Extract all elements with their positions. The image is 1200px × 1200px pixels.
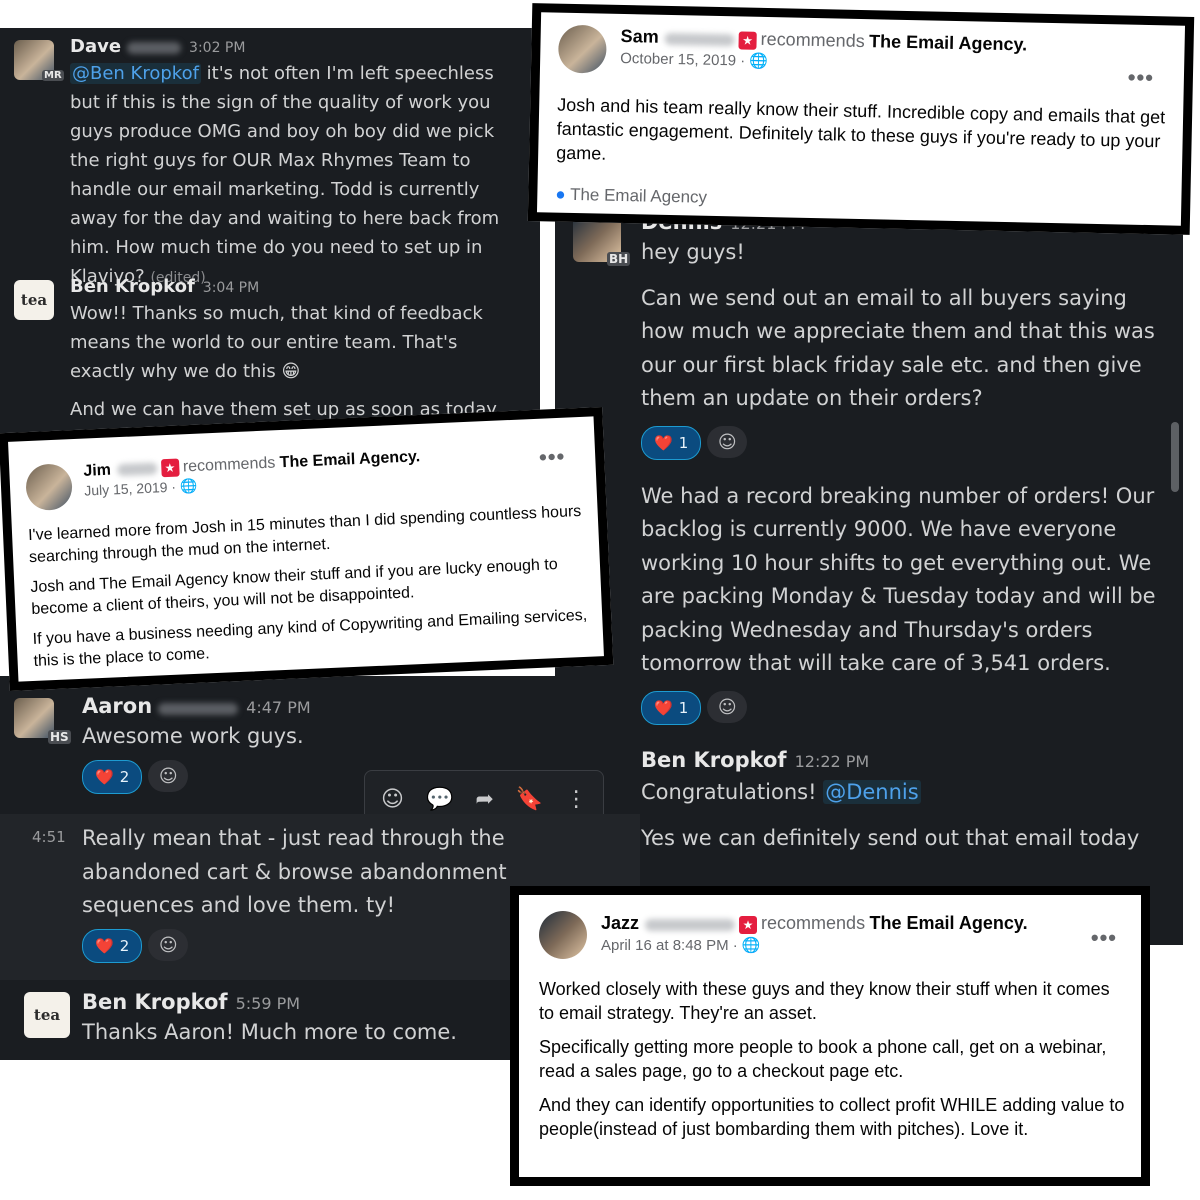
author-name[interactable]: Ben Kropkof (70, 276, 195, 297)
author-name[interactable]: Ben Kropkof (82, 990, 228, 1014)
heart-icon: ❤️ (95, 936, 114, 955)
user-mention[interactable]: @Dennis (823, 780, 921, 804)
more-icon[interactable]: ••• (539, 444, 566, 471)
heart-icon: ❤️ (654, 433, 673, 452)
heart-icon: ❤️ (654, 698, 673, 717)
avatar-jazz[interactable] (539, 911, 587, 959)
reviewer-name[interactable]: Jim (83, 462, 111, 480)
globe-icon: 🌐 (179, 477, 198, 495)
facebook-review-sam: Sam ★ recommends The Email Agency. October… (527, 3, 1195, 235)
slack-panel-top-left: MR Dave 3:02 PM @Ben Kropkof it's not oft… (0, 28, 540, 440)
review-date[interactable]: October 15, 2019 · 🌐 (620, 49, 1160, 78)
author-name[interactable]: Aaron (82, 694, 152, 718)
user-mention[interactable]: @Ben Kropkof (70, 63, 201, 84)
message-body: it's not often I'm left speechless but i… (70, 63, 500, 287)
reactions-row: ❤️ 1 ☺ (641, 690, 1161, 725)
timestamp[interactable]: 4:47 PM (246, 698, 310, 717)
avatar-sam[interactable] (557, 24, 607, 74)
facebook-review-jim: Jim ★ recommends The Email Agency. July 15… (0, 406, 614, 692)
blurred-surname (664, 32, 735, 47)
reactions-row: ❤️ 1 ☺ (641, 425, 1161, 460)
footer-page-name: The Email Agency (569, 184, 708, 207)
blurred-surname (116, 462, 158, 477)
message-text-followup: Yes we can definitely send out that emai… (641, 825, 1140, 850)
more-icon[interactable]: ••• (1091, 925, 1117, 951)
avatar-tag: HS (48, 730, 71, 744)
recommend-star-icon: ★ (160, 458, 180, 478)
reviewer-name[interactable]: Sam (620, 26, 658, 47)
scrollbar[interactable] (1171, 422, 1179, 492)
grin-emoji: 😁 (281, 361, 301, 382)
add-reaction-icon[interactable]: ☺ (707, 691, 748, 723)
recommends-label: recommends (182, 454, 276, 476)
message-text: Can we send out an email to all buyers s… (641, 285, 1155, 411)
blurred-surname (158, 702, 239, 715)
timestamp[interactable]: 5:59 PM (236, 994, 300, 1013)
author-name[interactable]: Ben Kropkof (641, 748, 787, 772)
review-paragraph: And they can identify opportunities to c… (539, 1095, 1125, 1139)
message-text: Awesome work guys. (82, 724, 304, 748)
globe-icon: 🌐 (741, 937, 761, 954)
page-link-footer[interactable]: ● The Email Agency (555, 185, 707, 208)
avatar-tag: BH (607, 252, 631, 266)
page-name[interactable]: The Email Agency. (869, 31, 1027, 54)
avatar-tea[interactable]: tea (24, 992, 70, 1038)
add-reaction-icon[interactable]: ☺ (148, 929, 189, 961)
timestamp[interactable]: 3:04 PM (203, 280, 259, 296)
date-text: October 15, 2019 · (620, 49, 746, 70)
add-reaction-icon[interactable]: ☺ (707, 426, 748, 458)
heart-reaction[interactable]: ❤️ 1 (641, 425, 702, 460)
heart-icon: ❤️ (95, 767, 114, 786)
more-icon[interactable]: ••• (1128, 65, 1155, 92)
heart-reaction[interactable]: ❤️ 2 (82, 759, 143, 794)
page-name[interactable]: The Email Agency. (870, 913, 1028, 933)
page-name[interactable]: The Email Agency. (279, 448, 420, 471)
recommend-star-icon: ★ (738, 31, 757, 50)
message-text: hey guys! (641, 240, 745, 264)
date-text: April 16 at 8:48 PM · (601, 937, 738, 954)
avatar-tea[interactable]: tea (14, 280, 54, 320)
reaction-count: 1 (678, 433, 689, 452)
timestamp[interactable]: 4:51 (32, 828, 66, 846)
reply-thread-icon[interactable]: 💬 (426, 787, 453, 812)
add-reaction-icon[interactable]: ☺ (381, 787, 404, 812)
author-name[interactable]: Dave (70, 36, 121, 57)
recommends-label: recommends (761, 913, 866, 933)
avatar-jim[interactable] (25, 463, 74, 512)
message-text: We had a record breaking number of order… (641, 483, 1156, 676)
timestamp[interactable]: 3:02 PM (189, 40, 245, 56)
message-body: Congratulations! (641, 780, 817, 804)
reviewer-name[interactable]: Jazz (601, 913, 639, 933)
date-text: July 15, 2019 · (83, 478, 177, 499)
facebook-review-jazz: Jazz ★ recommends The Email Agency. April … (510, 886, 1150, 1186)
timestamp[interactable]: 12:22 PM (795, 752, 870, 771)
avatar-tag: MR (42, 70, 64, 81)
share-icon[interactable]: ➦ (475, 787, 493, 812)
recommends-label: recommends (760, 28, 865, 52)
message-body: Wow!! Thanks so much, that kind of feedb… (70, 303, 483, 382)
message-text: Congratulations! @Dennis (641, 776, 1161, 810)
heart-reaction[interactable]: ❤️ 1 (641, 690, 702, 725)
review-date[interactable]: April 16 at 8:48 PM · 🌐 (601, 936, 1081, 954)
slack-panel-right: BH Dennis12:21 PM hey guys! Can we send … (555, 190, 1183, 945)
review-paragraph: Specifically getting more people to book… (539, 1037, 1107, 1081)
bookmark-icon[interactable]: 🔖 (516, 787, 543, 812)
message-text: Wow!! Thanks so much, that kind of feedb… (70, 299, 520, 386)
page-like-icon: ● (555, 184, 566, 204)
add-reaction-icon[interactable]: ☺ (148, 760, 189, 792)
message-text: @Ben Kropkof it's not often I'm left spe… (70, 59, 520, 293)
blurred-surname (127, 41, 182, 54)
more-icon[interactable]: ⋮ (565, 787, 587, 812)
heart-reaction[interactable]: ❤️ 2 (82, 928, 143, 963)
reaction-count: 1 (678, 698, 689, 717)
globe-icon: 🌐 (749, 52, 769, 71)
reaction-count: 2 (119, 767, 130, 786)
review-text: Josh and his team really know their stuf… (556, 94, 1166, 164)
recommend-star-icon: ★ (739, 915, 758, 934)
review-paragraph: Worked closely with these guys and they … (539, 979, 1110, 1023)
reaction-count: 2 (119, 936, 130, 955)
blurred-surname (645, 918, 736, 931)
